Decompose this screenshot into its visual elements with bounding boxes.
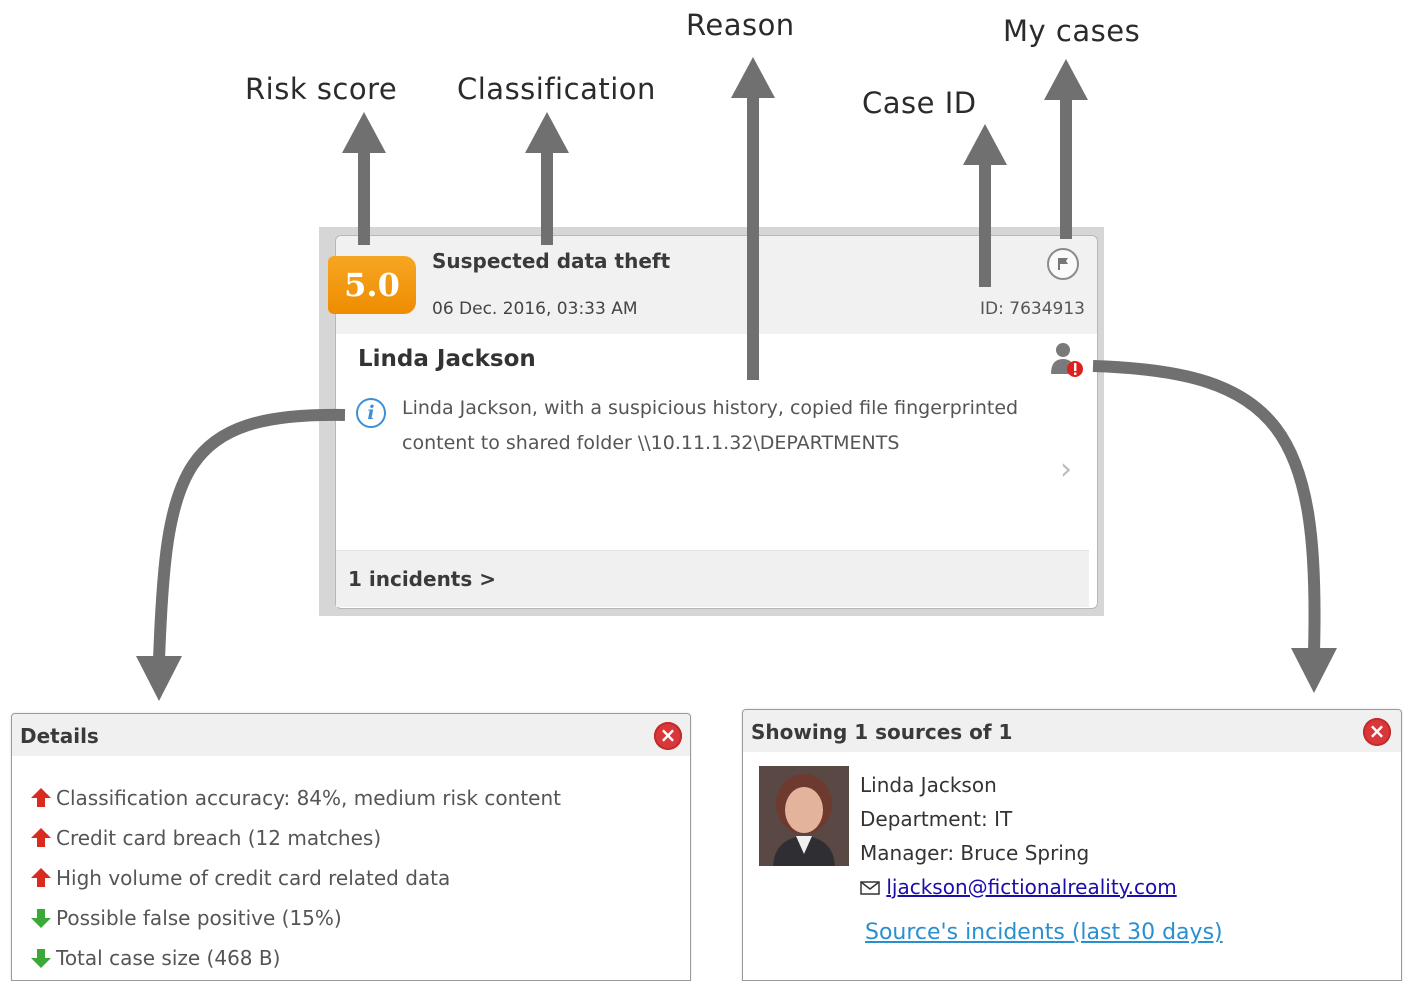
arrow-sources [1092,360,1321,653]
arrow-details [153,408,346,661]
arrow-my-cases [1060,97,1072,239]
arrow-classification [541,150,553,245]
arrow-reason [747,95,759,380]
annotation-arrows [136,57,1337,701]
arrow-risk-score [358,150,370,245]
arrow-case-id [979,162,991,287]
